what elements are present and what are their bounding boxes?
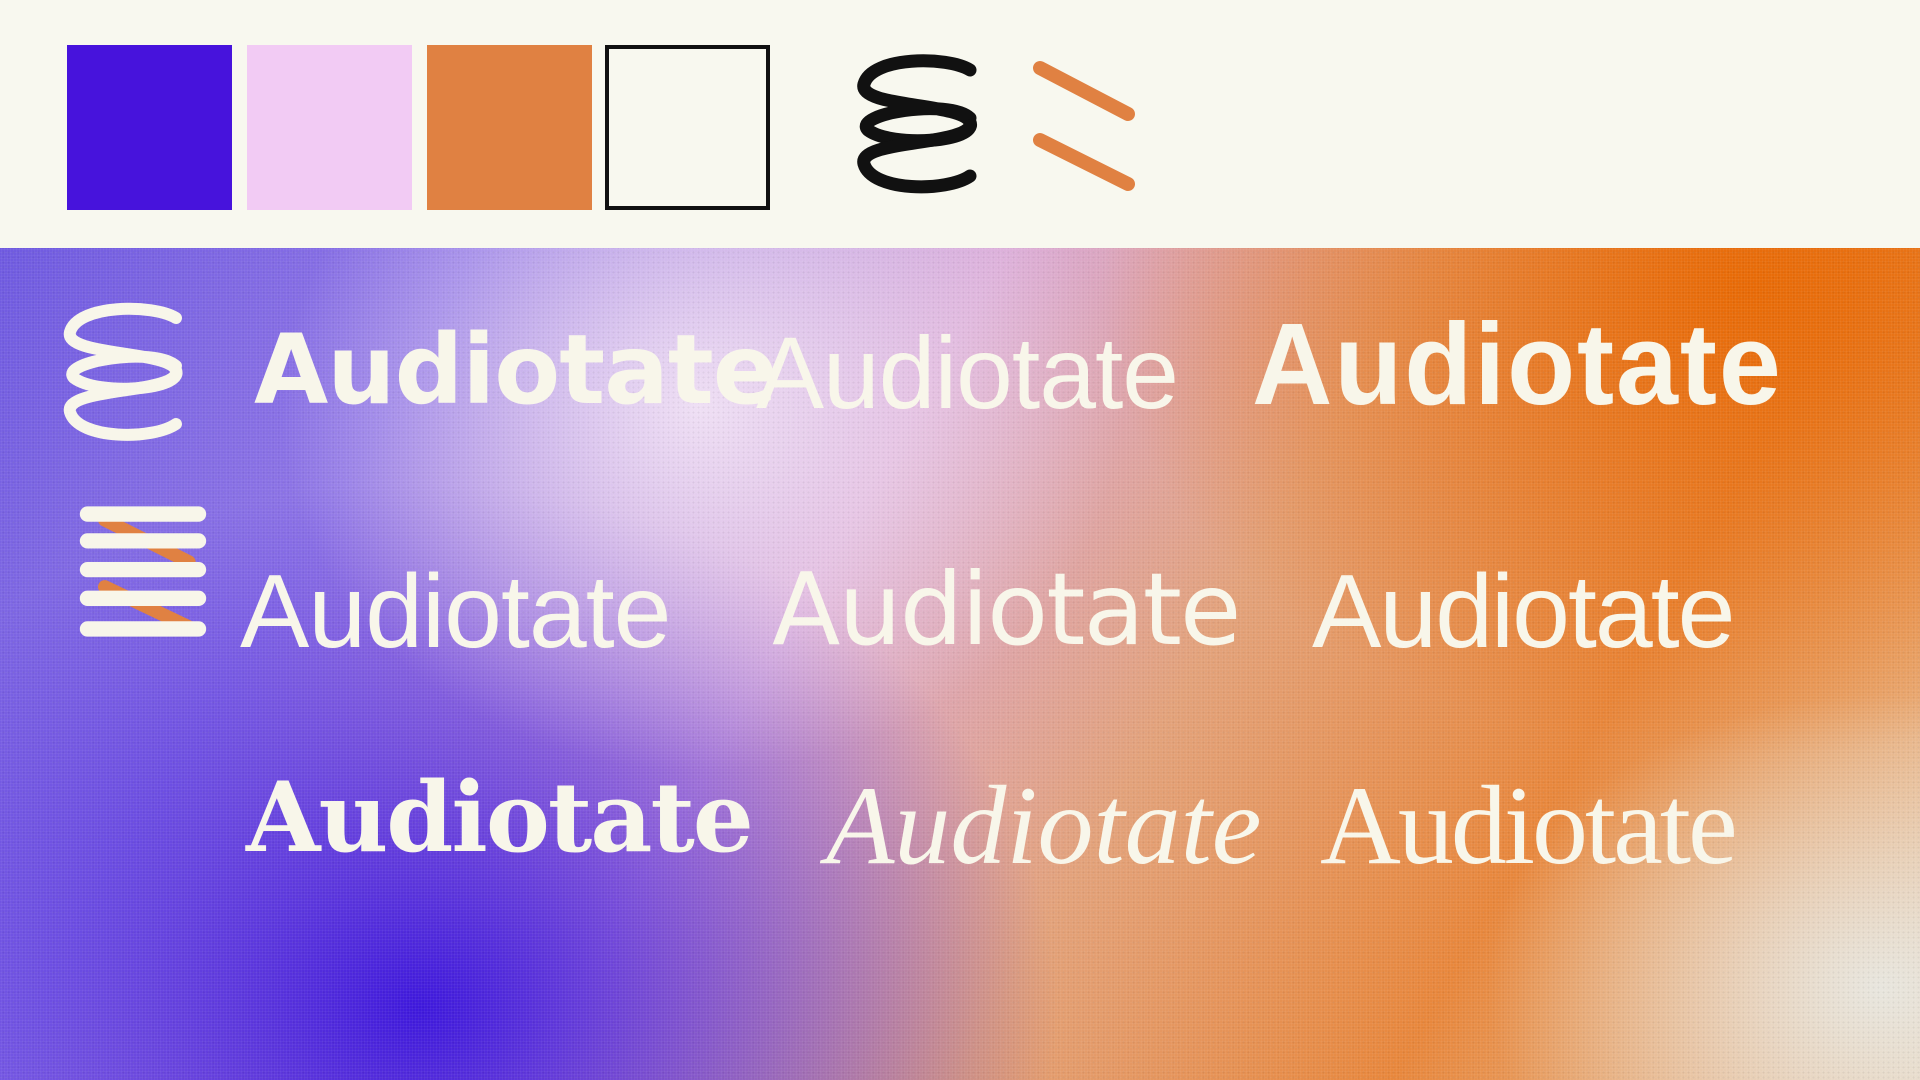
wordmark-grotesk-condensed: Audiotate <box>1312 554 1735 670</box>
wordmark-sans-light: Audiotate <box>756 316 1179 430</box>
swatch-orange <box>427 45 592 210</box>
wordmark-serif-bold: Audiotate <box>246 761 754 874</box>
swatch-indigo <box>67 45 232 210</box>
wordmark-grotesk-medium: Audiotate <box>772 551 1241 668</box>
coil-logo-icon <box>857 54 977 194</box>
zigzag-logo-icon <box>79 506 207 637</box>
wordmark-serif-italic: Audiotate <box>826 764 1262 888</box>
coil-logo-icon <box>64 302 183 441</box>
wordmark-display-heavy: Audiotate <box>1252 299 1783 429</box>
brand-palette-strip <box>0 0 1920 248</box>
zigzag-logo-icon <box>1016 56 1144 192</box>
wordmark-serif-regular: Audiotate <box>1320 764 1738 888</box>
swatch-cream <box>605 45 770 210</box>
wordmark-sans-bold: Audiotate <box>254 314 778 426</box>
gradient-showcase-panel: Audiotate Audiotate Audiotate Audiotate … <box>0 248 1920 1080</box>
wordmark-geometric-regular: Audiotate <box>240 554 671 670</box>
swatch-lilac <box>247 45 412 210</box>
